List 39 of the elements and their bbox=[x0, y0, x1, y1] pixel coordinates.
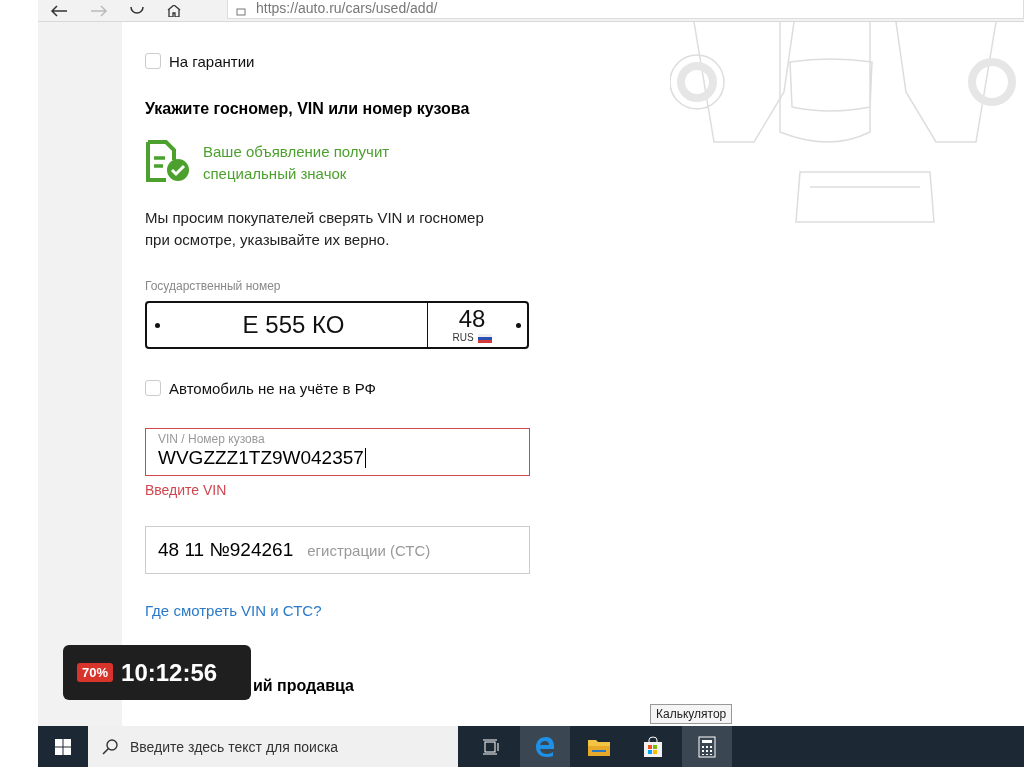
search-placeholder: Введите здесь текст для поиска bbox=[130, 738, 339, 755]
search-icon bbox=[102, 738, 118, 755]
notice-text: Мы просим покупателей сверять VIN и госномер при осмотре, указывайте их верно. bbox=[145, 208, 485, 250]
tooltip: Калькулятор bbox=[650, 704, 733, 724]
field-placeholder: егистрации (СТС) bbox=[307, 541, 431, 559]
field-value: WVGZZZ1TZ9W042357 bbox=[158, 446, 364, 470]
help-link[interactable]: Где смотреть VIN и СТС? bbox=[145, 600, 322, 622]
plate-region: 48 bbox=[458, 307, 486, 331]
taskbar-app-button[interactable] bbox=[682, 726, 732, 767]
home-icon[interactable] bbox=[166, 5, 182, 17]
task-view-icon bbox=[482, 738, 500, 755]
checkbox[interactable] bbox=[145, 380, 161, 396]
back-arrow-icon[interactable] bbox=[50, 5, 68, 17]
lock-icon bbox=[236, 6, 246, 16]
vin-field[interactable]: VIN / Номер кузова WVGZZZ1TZ9W042357 bbox=[145, 428, 530, 476]
checkbox-label: Автомобиль не на учёте в РФ bbox=[169, 379, 376, 397]
plate-country: RUS bbox=[452, 333, 474, 343]
windows-logo-icon bbox=[55, 738, 71, 755]
field-label: VIN / Номер кузова bbox=[158, 432, 266, 446]
browser-e-icon bbox=[534, 735, 556, 758]
section-heading: Укажите госномер, VIN или номер кузова bbox=[145, 99, 471, 119]
badge-note: Ваше объявление получит специальный значок bbox=[203, 142, 391, 184]
calculator-icon bbox=[698, 735, 716, 758]
registration-certificate-field[interactable]: 48 11 №924261 егистрации (СТС) bbox=[145, 526, 530, 574]
timer-text: 10:12:56 bbox=[121, 658, 218, 687]
document-check-icon bbox=[145, 139, 191, 183]
battery-badge: 70% bbox=[77, 663, 114, 682]
shopping-bag-icon bbox=[642, 735, 664, 758]
checkbox-label: На гарантии bbox=[169, 52, 255, 70]
checkbox[interactable] bbox=[145, 53, 161, 69]
field-label: Государственный номер bbox=[145, 279, 282, 293]
field-value: 48 11 №924261 bbox=[158, 539, 294, 561]
plate-number: Е 555 КО bbox=[241, 311, 346, 339]
flag-icon bbox=[477, 333, 492, 343]
address-field[interactable]: https://auto.ru/cars/used/add/ bbox=[256, 0, 438, 16]
license-plate-field[interactable]: Е 555 КО 48 RUS bbox=[145, 301, 529, 349]
taskbar-search-field[interactable]: Введите здесь текст для поиска bbox=[88, 726, 458, 767]
section-heading: ий продавца bbox=[253, 676, 355, 696]
error-message: Введите VIN bbox=[145, 482, 228, 498]
